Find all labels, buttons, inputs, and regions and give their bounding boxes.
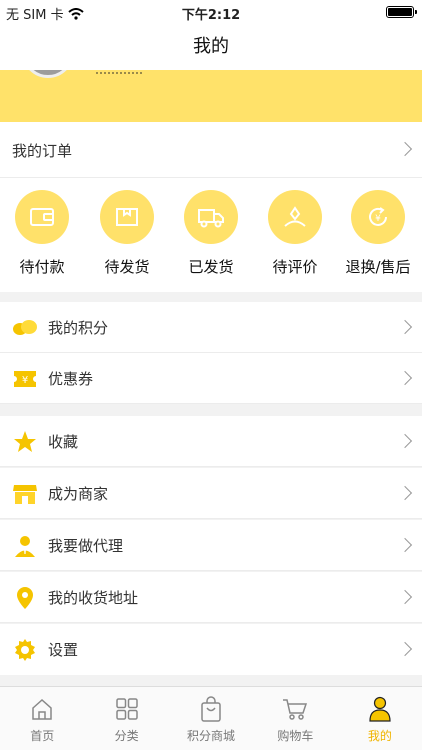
chevron-right-icon — [397, 485, 413, 501]
category-icon — [84, 695, 168, 723]
cart-icon — [253, 695, 337, 723]
status-bar: 无 SIM 卡 下午2:12 — [0, 0, 422, 24]
order-status-shipped[interactable]: 已发货 — [176, 190, 246, 277]
menu-coupons[interactable]: ¥ 优惠券 — [0, 353, 422, 404]
location-pin-icon — [12, 586, 38, 610]
menu-settings[interactable]: 设置 — [0, 624, 422, 675]
tab-label: 分类 — [114, 729, 139, 743]
tab-cart[interactable]: 购物车 — [253, 687, 337, 750]
page-title: 我的 — [193, 36, 229, 57]
chevron-right-icon — [397, 433, 413, 449]
profile-banner[interactable] — [0, 70, 422, 122]
wallet-icon — [15, 190, 69, 244]
tab-points-mall[interactable]: 积分商城 — [169, 687, 253, 750]
nav-bar: 我的 — [0, 24, 422, 70]
tab-label: 积分商城 — [187, 729, 236, 743]
status-label: 待付款 — [19, 258, 65, 276]
user-icon — [338, 695, 422, 723]
points-mall-icon — [169, 695, 253, 723]
menu-label: 我的收货地址 — [48, 589, 139, 607]
menu-label: 我要做代理 — [48, 537, 124, 555]
username-placeholder — [96, 70, 142, 74]
menu-label: 收藏 — [48, 433, 79, 451]
menu-label: 优惠券 — [48, 370, 94, 388]
points-icon — [12, 316, 38, 340]
chevron-right-icon — [397, 141, 413, 157]
status-label: 待评价 — [272, 258, 318, 276]
tab-me[interactable]: 我的 — [338, 687, 422, 750]
box-icon — [100, 190, 154, 244]
agent-icon — [12, 534, 38, 558]
tab-label: 首页 — [30, 729, 55, 743]
chevron-right-icon — [397, 537, 413, 553]
menu-label: 我的积分 — [48, 319, 109, 337]
status-label: 待发货 — [104, 258, 150, 276]
order-status-after-sales[interactable]: ¥ 退换/售后 — [343, 190, 413, 277]
order-status-to-ship[interactable]: 待发货 — [92, 190, 162, 277]
tab-bar: 首页 分类 积分商城 购物车 我的 — [0, 686, 422, 750]
chevron-right-icon — [397, 589, 413, 605]
coupon-icon: ¥ — [12, 367, 38, 391]
order-status-bar: 待付款 待发货 已发货 待评价 ¥ 退换/售后 — [0, 178, 422, 292]
menu-label: 成为商家 — [48, 485, 109, 503]
status-label: 退换/售后 — [345, 258, 411, 276]
store-icon — [12, 482, 38, 506]
refund-icon: ¥ — [351, 190, 405, 244]
svg-text:¥: ¥ — [22, 375, 28, 386]
my-orders-label: 我的订单 — [12, 142, 73, 160]
home-icon — [0, 695, 84, 723]
order-status-unpaid[interactable]: 待付款 — [7, 190, 77, 277]
svg-text:¥: ¥ — [375, 214, 381, 224]
gear-icon — [12, 638, 38, 662]
menu-points[interactable]: 我的积分 — [0, 302, 422, 353]
my-orders-row[interactable]: 我的订单 — [0, 122, 422, 178]
status-time: 下午2:12 — [181, 8, 241, 23]
menu-become-merchant[interactable]: 成为商家 — [0, 468, 422, 519]
menu-label: 设置 — [48, 641, 79, 659]
chevron-right-icon — [397, 370, 413, 386]
chevron-right-icon — [397, 641, 413, 657]
review-icon — [268, 190, 322, 244]
status-label: 已发货 — [188, 258, 234, 276]
avatar[interactable] — [22, 70, 74, 78]
truck-icon — [184, 190, 238, 244]
chevron-right-icon — [397, 319, 413, 335]
tab-home[interactable]: 首页 — [0, 687, 84, 750]
tab-category[interactable]: 分类 — [84, 687, 168, 750]
tab-label: 购物车 — [277, 729, 314, 743]
menu-address[interactable]: 我的收货地址 — [0, 572, 422, 623]
order-status-review[interactable]: 待评价 — [260, 190, 330, 277]
menu-favorites[interactable]: 收藏 — [0, 416, 422, 467]
tab-label: 我的 — [367, 729, 392, 743]
star-icon — [12, 430, 38, 454]
menu-become-agent[interactable]: 我要做代理 — [0, 520, 422, 571]
battery-icon — [386, 6, 417, 18]
